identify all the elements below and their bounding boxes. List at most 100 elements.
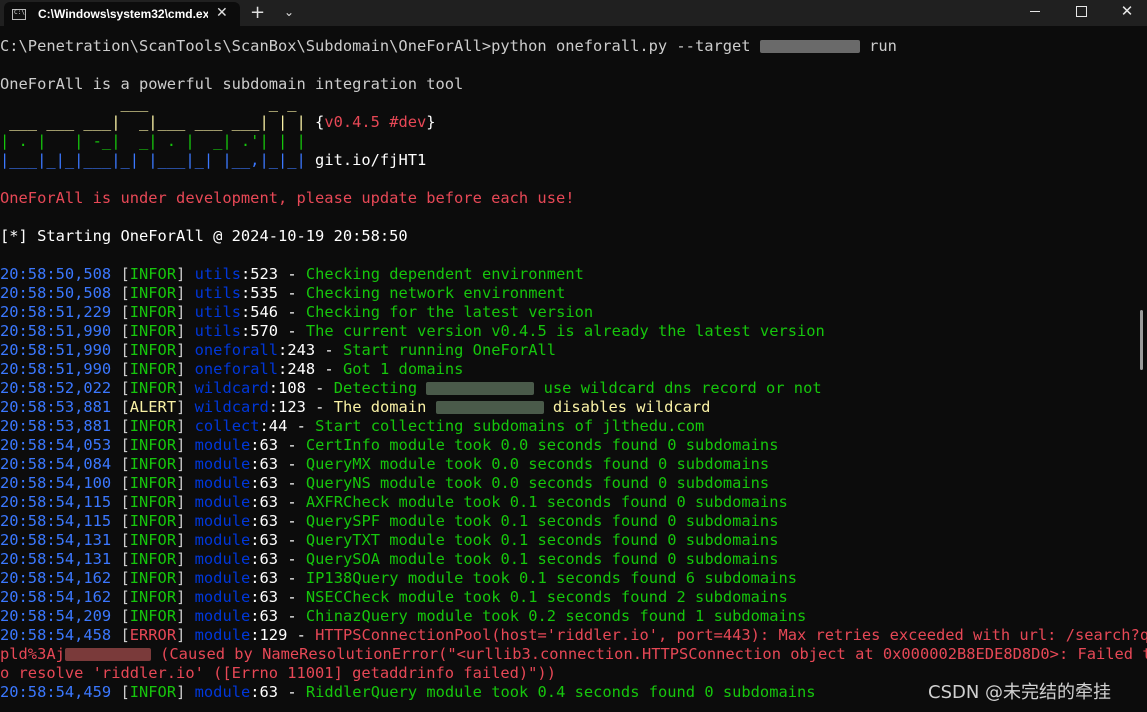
log-line: 20:58:54,115 [INFOR] module:63 - QuerySP… bbox=[0, 512, 1147, 531]
log-separator: - bbox=[278, 322, 306, 340]
log-message: IP138Query module took 0.1 seconds found… bbox=[305, 569, 797, 587]
log-colon: : bbox=[250, 531, 260, 549]
version-text: v0.4.5 #dev bbox=[324, 113, 427, 131]
log-level: [INFOR] bbox=[111, 341, 195, 359]
log-line-number: 546 bbox=[250, 303, 279, 321]
log-colon: : bbox=[250, 550, 260, 568]
log-separator: - bbox=[278, 493, 306, 511]
log-message: QuerySPF module took 0.1 seconds found 0… bbox=[305, 512, 779, 530]
redacted-query bbox=[64, 648, 151, 661]
log-line: 20:58:51,229 [INFOR] utils:546 - Checkin… bbox=[0, 303, 1147, 322]
error-url-start: pld%3Aj bbox=[0, 645, 65, 663]
log-level-text: INFOR bbox=[129, 265, 177, 283]
log-line: 20:58:54,162 [INFOR] module:63 - NSECChe… bbox=[0, 588, 1147, 607]
prompt-suffix: run bbox=[859, 37, 897, 55]
log-time: 20:58:54,115 bbox=[0, 512, 112, 530]
log-time: 20:58:54,162 bbox=[0, 569, 112, 587]
log-level-text: INFOR bbox=[129, 303, 177, 321]
project-link[interactable]: git.io/fjHT1 bbox=[306, 151, 426, 169]
log-message-cont: use wildcard dns record or not bbox=[534, 379, 822, 397]
log-colon: : bbox=[250, 607, 260, 625]
log-message: QueryNS module took 0.0 seconds found 0 … bbox=[305, 474, 770, 492]
log-level: [ERROR] bbox=[111, 626, 195, 644]
log-level: [INFOR] bbox=[111, 588, 195, 606]
log-lines: 20:58:50,508 [INFOR] utils:523 - Checkin… bbox=[0, 265, 1147, 702]
ascii-art-3: | . | | -_| _| . | _| .'| | | bbox=[0, 132, 306, 150]
version-open: { bbox=[305, 113, 325, 131]
log-level: [INFOR] bbox=[111, 360, 195, 378]
log-message: Got 1 domains bbox=[342, 360, 464, 378]
log-level-text: ALERT bbox=[129, 398, 177, 416]
log-level: [INFOR] bbox=[111, 284, 195, 302]
log-line: 20:58:54,209 [INFOR] module:63 - ChinazQ… bbox=[0, 607, 1147, 626]
log-level-text: INFOR bbox=[129, 284, 177, 302]
log-level-text: INFOR bbox=[129, 436, 177, 454]
log-line-number: 248 bbox=[287, 360, 316, 378]
log-line: 20:58:54,458 [ERROR] module:129 - HTTPSC… bbox=[0, 626, 1147, 645]
log-colon: : bbox=[250, 493, 260, 511]
log-level: [INFOR] bbox=[111, 417, 195, 435]
log-line: 20:58:51,990 [INFOR] oneforall:248 - Got… bbox=[0, 360, 1147, 379]
log-module: module bbox=[194, 436, 251, 454]
log-time: 20:58:50,508 bbox=[0, 284, 112, 302]
log-module: utils bbox=[194, 303, 241, 321]
log-time: 20:58:54,162 bbox=[0, 588, 112, 606]
ascii-art-2-line: ___ ___ ___| _|___ ___ ___| | | {v0.4.5 … bbox=[0, 113, 1147, 132]
log-message: RiddlerQuery module took 0.4 seconds fou… bbox=[305, 683, 816, 701]
log-colon: : bbox=[278, 341, 288, 359]
log-time: 20:58:51,990 bbox=[0, 322, 112, 340]
title-bar: C:\Windows\system32\cmd.ex ✕ + ⌄ ✕ bbox=[0, 0, 1147, 26]
log-line-number: 108 bbox=[278, 379, 306, 397]
log-time: 20:58:54,115 bbox=[0, 493, 112, 511]
log-time: 20:58:54,209 bbox=[0, 607, 112, 625]
log-colon: : bbox=[250, 455, 260, 473]
log-message: The domain bbox=[333, 398, 436, 416]
log-separator: - bbox=[305, 379, 334, 397]
log-level-text: INFOR bbox=[129, 379, 177, 397]
log-level: [ALERT] bbox=[111, 398, 195, 416]
log-module: module bbox=[194, 607, 251, 625]
log-module: module bbox=[194, 683, 251, 701]
scrollbar-thumb[interactable] bbox=[1140, 310, 1143, 370]
log-message: Start collecting subdomains of jlthedu.c… bbox=[315, 417, 705, 435]
log-time: 20:58:51,990 bbox=[0, 360, 112, 378]
tab-close-icon[interactable]: ✕ bbox=[216, 5, 228, 21]
log-line-number: 63 bbox=[259, 474, 279, 492]
log-module: oneforall bbox=[194, 341, 279, 359]
log-time: 20:58:51,229 bbox=[0, 303, 112, 321]
log-line: 20:58:52,022 [INFOR] wildcard:108 - Dete… bbox=[0, 379, 1147, 398]
log-level: [INFOR] bbox=[111, 493, 195, 511]
log-line: 20:58:53,881 [ALERT] wildcard:123 - The … bbox=[0, 398, 1147, 417]
log-colon: : bbox=[250, 683, 260, 701]
terminal-output[interactable]: C:\Penetration\ScanTools\ScanBox\Subdoma… bbox=[0, 37, 1147, 702]
log-separator: - bbox=[278, 607, 306, 625]
close-window-button[interactable]: ✕ bbox=[1104, 0, 1147, 22]
log-level: [INFOR] bbox=[111, 303, 195, 321]
log-module: utils bbox=[194, 322, 241, 340]
log-line: 20:58:54,100 [INFOR] module:63 - QueryNS… bbox=[0, 474, 1147, 493]
log-message: Start running OneForAll bbox=[342, 341, 557, 359]
log-module: utils bbox=[194, 284, 241, 302]
log-line: 20:58:53,881 [INFOR] collect:44 - Start … bbox=[0, 417, 1147, 436]
log-line-number: 243 bbox=[287, 341, 316, 359]
log-level: [INFOR] bbox=[111, 265, 195, 283]
maximize-button[interactable] bbox=[1058, 0, 1104, 22]
log-message: Detecting bbox=[333, 379, 427, 397]
log-line-number: 63 bbox=[259, 588, 279, 606]
csdn-watermark: CSDN @未完结的牵挂 bbox=[928, 682, 1112, 703]
minimize-button[interactable] bbox=[1012, 0, 1058, 22]
log-level: [INFOR] bbox=[111, 436, 195, 454]
log-time: 20:58:54,459 bbox=[0, 683, 112, 701]
log-message: QuerySOA module took 0.1 seconds found 0… bbox=[305, 550, 779, 568]
log-level-text: INFOR bbox=[129, 341, 177, 359]
log-line-number: 535 bbox=[250, 284, 279, 302]
log-level-text: INFOR bbox=[129, 588, 177, 606]
maximize-icon bbox=[1075, 5, 1087, 17]
log-level: [INFOR] bbox=[111, 569, 195, 587]
log-level-text: ERROR bbox=[129, 626, 177, 644]
tab-dropdown-icon[interactable]: ⌄ bbox=[284, 5, 294, 19]
terminal-tab[interactable]: C:\Windows\system32\cmd.ex ✕ bbox=[4, 2, 240, 26]
log-colon: : bbox=[259, 417, 269, 435]
new-tab-button[interactable]: + bbox=[250, 2, 265, 23]
log-module: collect bbox=[194, 417, 260, 435]
